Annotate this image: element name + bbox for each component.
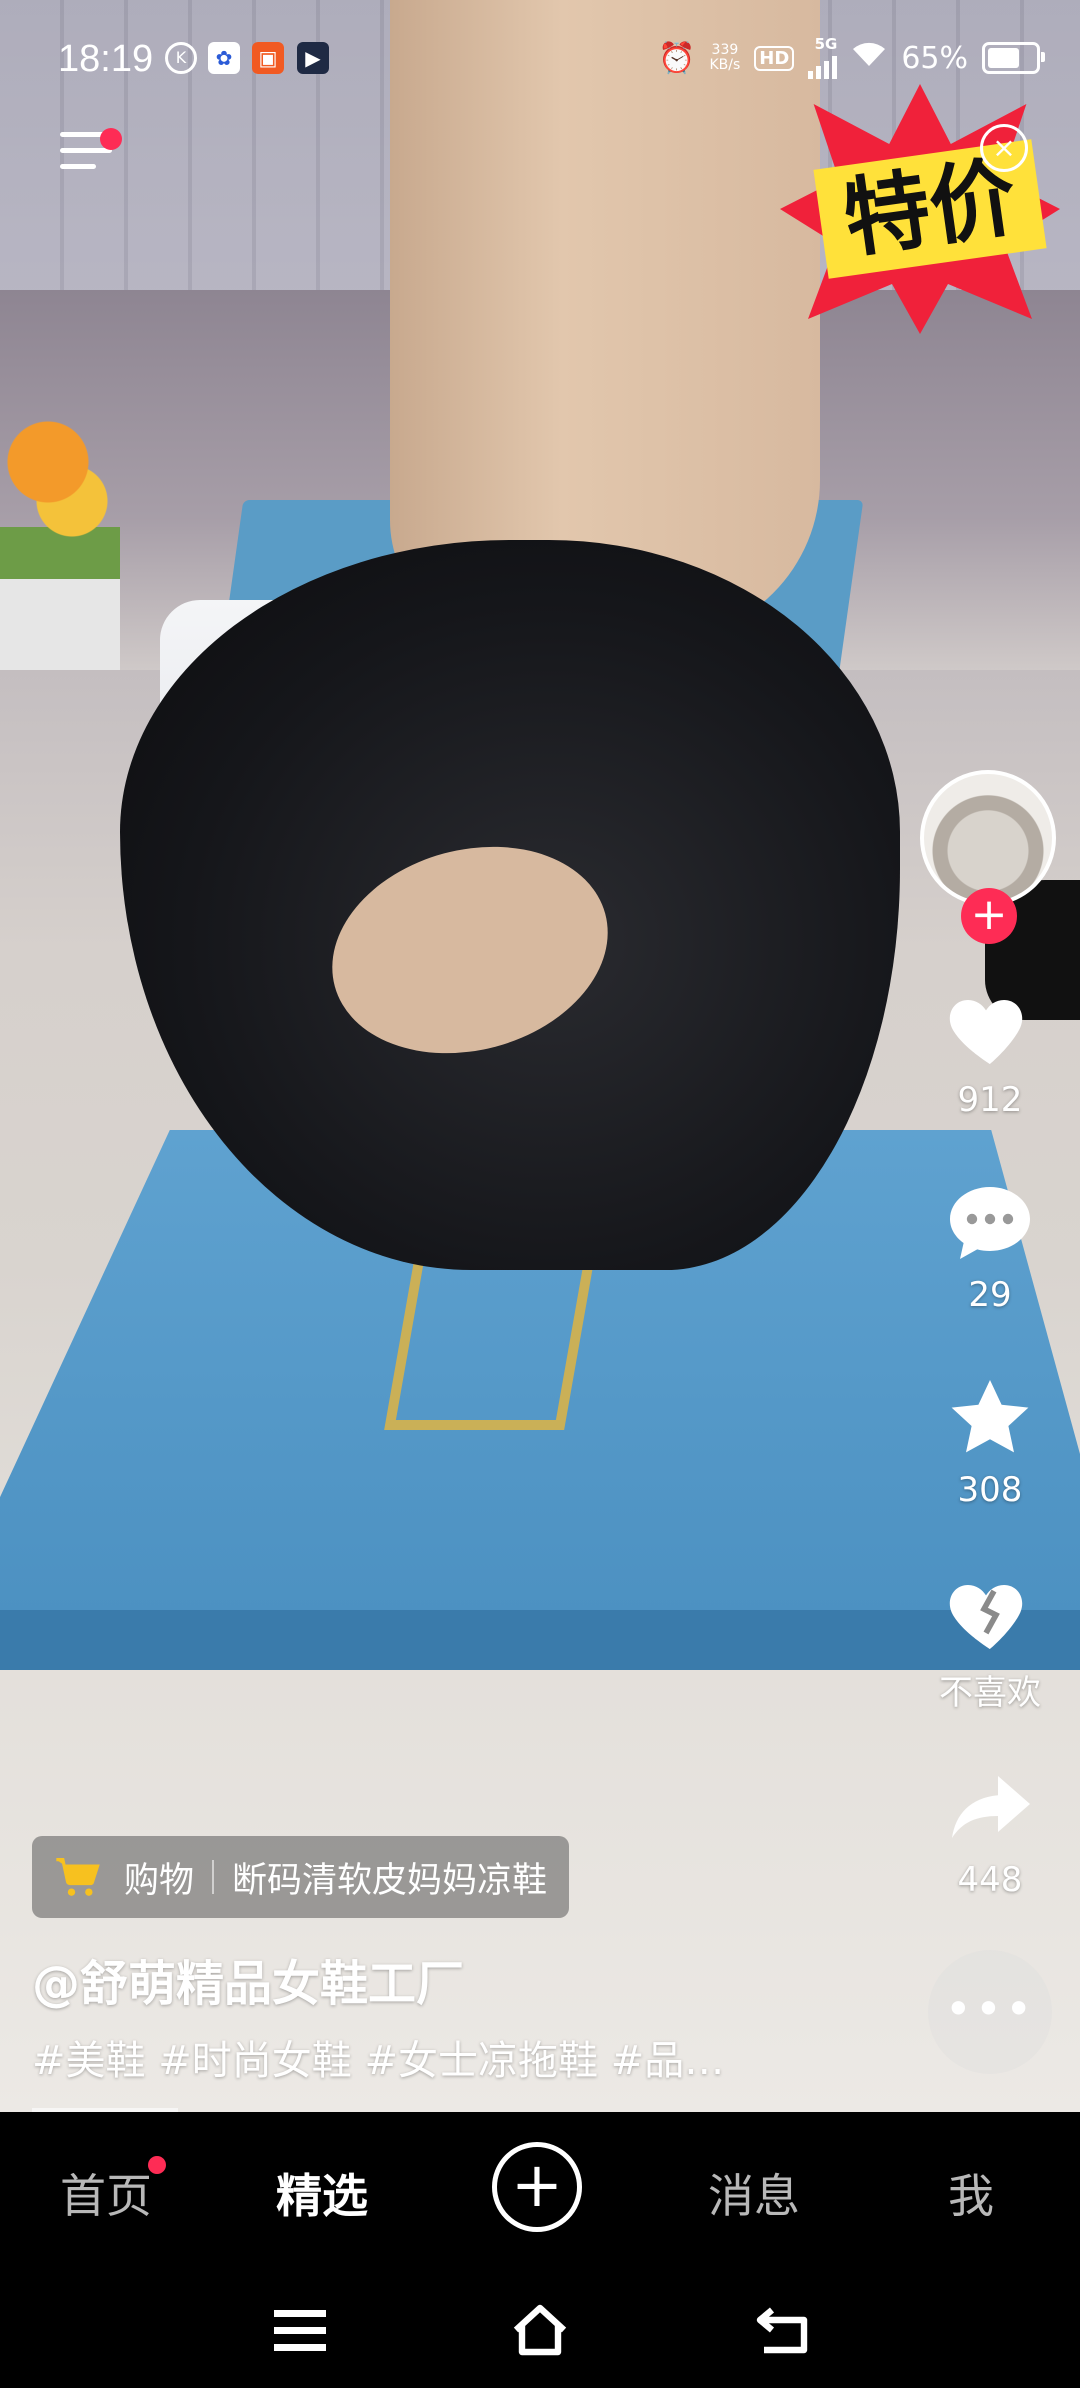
video-app-icon: ▣ bbox=[252, 42, 284, 74]
signal-icon: 5G bbox=[808, 35, 838, 79]
follow-button[interactable]: + bbox=[961, 888, 1017, 944]
comment-icon bbox=[950, 1187, 1030, 1259]
recent-apps-icon[interactable] bbox=[270, 2302, 330, 2358]
net-speed-unit: KB/s bbox=[709, 57, 741, 73]
comment-button[interactable]: 29 bbox=[920, 1175, 1060, 1315]
battery-percent: 65% bbox=[901, 40, 968, 76]
share-button[interactable]: 448 bbox=[920, 1760, 1060, 1900]
video-box-logo bbox=[384, 1250, 596, 1430]
close-icon[interactable]: × bbox=[980, 124, 1028, 172]
back-icon[interactable] bbox=[752, 2302, 812, 2358]
system-nav-bar bbox=[0, 2272, 1080, 2388]
paw-app-icon: ✿ bbox=[208, 42, 240, 74]
shopping-tag[interactable]: 购物 断码清软皮妈妈凉鞋 bbox=[32, 1836, 570, 1918]
k-app-icon: K bbox=[165, 42, 197, 74]
promo-sticker[interactable]: 特价 × bbox=[780, 84, 1060, 334]
author-name[interactable]: @舒萌精品女鞋工厂 bbox=[32, 1944, 464, 2014]
favorite-count: 308 bbox=[957, 1470, 1023, 1510]
network-type: 5G bbox=[814, 35, 838, 53]
wifi-icon bbox=[851, 40, 887, 76]
battery-icon bbox=[982, 42, 1045, 74]
more-options-button[interactable]: ••• bbox=[928, 1950, 1052, 2074]
broken-heart-icon bbox=[949, 1585, 1023, 1649]
dislike-button[interactable]: 不喜欢 bbox=[920, 1565, 1060, 1714]
shopping-tag-product: 断码清软皮妈妈凉鞋 bbox=[232, 1860, 548, 1901]
dislike-label: 不喜欢 bbox=[939, 1673, 1041, 1713]
video-description[interactable]: #美鞋 #时尚女鞋 #女士凉拖鞋 #品… bbox=[32, 2028, 724, 2086]
like-count: 912 bbox=[957, 1080, 1023, 1120]
shopping-cart-icon bbox=[56, 1858, 100, 1896]
favorite-button[interactable]: 308 bbox=[920, 1370, 1060, 1510]
status-time: 18:19 bbox=[58, 38, 154, 80]
comment-count: 29 bbox=[968, 1275, 1012, 1315]
like-button[interactable]: 912 bbox=[920, 980, 1060, 1120]
menu-notification-dot bbox=[100, 128, 122, 150]
shopping-tag-divider bbox=[212, 1860, 215, 1894]
net-speed-value: 339 bbox=[711, 42, 739, 58]
star-icon bbox=[951, 1380, 1029, 1453]
net-speed: 339 KB/s bbox=[710, 43, 741, 73]
author-avatar[interactable] bbox=[920, 770, 1056, 906]
share-arrow-icon bbox=[952, 1776, 1030, 1838]
video-flower-pot bbox=[0, 410, 120, 670]
create-button[interactable]: + bbox=[492, 2142, 582, 2232]
tab-home[interactable]: 首页 bbox=[60, 2160, 152, 2226]
home-notification-dot bbox=[148, 2156, 166, 2174]
share-count: 448 bbox=[957, 1860, 1023, 1900]
tab-me[interactable]: 我 bbox=[948, 2160, 994, 2226]
status-indicators: ⏰ 339 KB/s HD 5G 65% bbox=[658, 35, 1045, 80]
tab-featured[interactable]: 精选 bbox=[276, 2160, 368, 2226]
shopping-tag-label: 购物 bbox=[124, 1860, 195, 1901]
hd-icon: HD bbox=[754, 45, 795, 71]
bottom-tab-bar: 首页 精选 + 消息 我 bbox=[0, 2112, 1080, 2272]
alarm-icon: ⏰ bbox=[658, 40, 696, 76]
heart-icon bbox=[949, 1000, 1023, 1064]
tab-messages[interactable]: 消息 bbox=[708, 2160, 800, 2226]
home-icon[interactable] bbox=[510, 2302, 570, 2358]
play-app-icon: ▶ bbox=[297, 42, 329, 74]
